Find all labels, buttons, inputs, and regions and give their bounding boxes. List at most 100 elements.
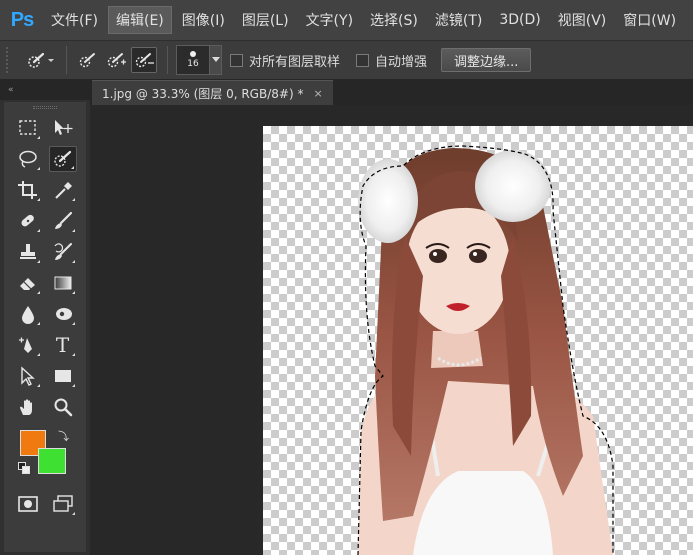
clone-stamp-tool[interactable] <box>14 239 42 265</box>
eraser-icon <box>19 277 35 290</box>
blur-icon <box>21 305 34 324</box>
lasso-tool[interactable] <box>14 146 42 172</box>
eraser-tool[interactable] <box>14 270 42 296</box>
screen-mode-button[interactable] <box>49 491 77 517</box>
brush-tip-preview <box>190 51 196 57</box>
tool-row <box>4 143 86 174</box>
separator <box>167 46 168 74</box>
quick-selection-subtract-icon <box>135 53 154 68</box>
menu-layer[interactable]: 图层(L) <box>235 7 296 33</box>
screen-mode-icon <box>52 494 73 512</box>
move-tool[interactable] <box>49 115 77 141</box>
sample-all-layers-label: 对所有图层取样 <box>249 54 341 70</box>
tool-row <box>4 205 86 236</box>
fur-headband-left <box>358 159 418 243</box>
quick-selection-icon <box>28 52 54 68</box>
pen-icon <box>18 337 32 353</box>
dodge-tool[interactable] <box>49 301 77 327</box>
rect-marquee-tool[interactable] <box>14 115 42 141</box>
swap-colors-icon[interactable]: ⤵ <box>58 428 69 444</box>
close-icon[interactable]: × <box>313 87 322 100</box>
menu-image[interactable]: 图像(I) <box>175 7 232 33</box>
eyedropper-tool[interactable] <box>49 177 77 203</box>
zoom-icon <box>54 398 72 416</box>
rectangle-shape-icon <box>54 369 71 382</box>
type-tool[interactable]: T <box>49 332 77 358</box>
tool-row <box>4 112 86 143</box>
options-bar: 16 对所有图层取样 自动增强 调整边缘... <box>0 40 693 80</box>
lasso-icon <box>18 150 37 168</box>
chevron-down-icon <box>211 57 220 62</box>
sample-all-layers-checkbox[interactable] <box>230 53 243 67</box>
separator <box>66 46 67 74</box>
menu-type[interactable]: 文字(Y) <box>299 7 360 33</box>
menu-filter[interactable]: 滤镜(T) <box>428 7 489 33</box>
gradient-icon <box>54 276 71 289</box>
gradient-tool[interactable] <box>49 270 77 296</box>
document-tab[interactable]: 1.jpg @ 33.3% (图层 0, RGB/8#) * × <box>92 80 333 105</box>
crop-icon <box>17 180 37 199</box>
default-colors-icon[interactable] <box>18 462 30 474</box>
history-brush-tool[interactable] <box>49 239 77 265</box>
quick-selection-tool[interactable] <box>48 145 77 172</box>
tool-preset-picker[interactable] <box>22 47 58 73</box>
spot-healing-tool[interactable] <box>14 208 42 234</box>
quick-mask-icon <box>17 495 38 512</box>
tool-row <box>4 360 86 391</box>
menu-view[interactable]: 视图(V) <box>551 7 614 33</box>
brush-picker-dropdown[interactable] <box>210 45 222 75</box>
photo-subject[interactable] <box>263 126 693 555</box>
brush-size-picker[interactable]: 16 <box>176 45 210 75</box>
history-brush-icon <box>53 242 72 260</box>
brush-icon <box>54 211 72 229</box>
menu-edit[interactable]: 编辑(E) <box>107 6 172 34</box>
toolbar-grip[interactable] <box>4 102 86 112</box>
zoom-tool[interactable] <box>49 394 77 420</box>
document-tab-title: 1.jpg @ 33.3% (图层 0, RGB/8#) * <box>102 86 304 101</box>
options-bar-grip[interactable] <box>6 47 12 73</box>
tools-panel-header: « <box>0 80 90 100</box>
background-color-swatch[interactable] <box>38 448 66 474</box>
menu-window[interactable]: 窗口(W) <box>616 7 683 33</box>
tool-row <box>4 174 86 205</box>
tool-row <box>4 298 86 329</box>
eyedropper-icon <box>54 181 72 199</box>
path-selection-tool[interactable] <box>14 363 42 389</box>
subtract-from-selection-mode-button[interactable] <box>131 47 157 73</box>
tools-panel: « T ⤵ <box>0 80 90 555</box>
dodge-icon <box>55 307 72 320</box>
fur-headband-right <box>475 150 551 222</box>
document-canvas[interactable] <box>263 126 693 555</box>
tool-row <box>4 267 86 298</box>
add-to-selection-mode-button[interactable] <box>103 47 129 73</box>
brush-tool[interactable] <box>49 208 77 234</box>
menu-select[interactable]: 选择(S) <box>363 7 425 33</box>
quick-selection-add-icon <box>107 53 126 68</box>
hand-icon <box>19 398 32 415</box>
quick-selection-new-icon <box>79 53 95 68</box>
crop-tool[interactable] <box>14 177 42 203</box>
toolbar: T ⤵ <box>4 102 86 552</box>
blur-tool[interactable] <box>14 301 42 327</box>
hand-tool[interactable] <box>14 394 42 420</box>
auto-enhance-label: 自动增强 <box>375 54 428 70</box>
menu-3d[interactable]: 3D(D) <box>492 9 547 31</box>
tool-row <box>4 391 86 422</box>
color-swatches: ⤵ <box>4 422 86 488</box>
spot-healing-icon <box>20 214 34 226</box>
menu-bar: Ps 文件(F) 编辑(E) 图像(I) 图层(L) 文字(Y) 选择(S) 滤… <box>0 0 693 40</box>
new-selection-mode-button[interactable] <box>75 47 101 73</box>
tool-row <box>4 236 86 267</box>
photoshop-logo: Ps <box>10 8 34 31</box>
quick-mask-button[interactable] <box>14 491 42 517</box>
refine-edge-button[interactable]: 调整边缘... <box>441 48 532 72</box>
path-selection-icon <box>20 365 35 386</box>
tool-row <box>4 488 86 519</box>
menu-file[interactable]: 文件(F) <box>44 7 105 33</box>
collapse-panel-icon[interactable]: « <box>8 85 14 95</box>
canvas-area[interactable] <box>90 105 693 555</box>
rect-marquee-icon <box>18 119 36 135</box>
auto-enhance-checkbox[interactable] <box>356 53 370 67</box>
pen-tool[interactable] <box>14 332 42 358</box>
rectangle-shape-tool[interactable] <box>49 363 77 389</box>
